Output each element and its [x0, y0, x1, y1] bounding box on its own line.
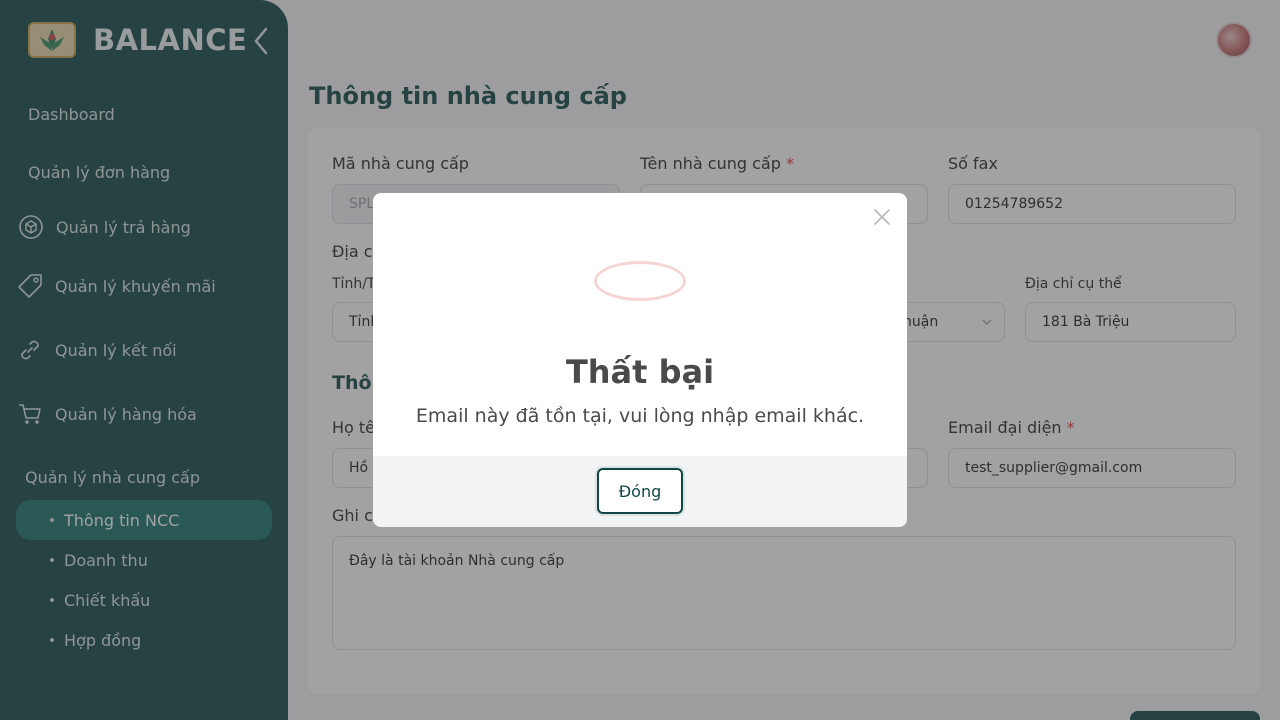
error-icon: [594, 261, 686, 301]
dialog-message: Email này đã tồn tại, vui lòng nhập emai…: [415, 405, 865, 427]
error-dialog: Thất bại Email này đã tồn tại, vui lòng …: [373, 193, 907, 527]
close-button[interactable]: Đóng: [597, 468, 683, 514]
close-icon[interactable]: [873, 208, 891, 226]
dialog-footer: Đóng: [373, 456, 907, 527]
dialog-title: Thất bại: [565, 353, 715, 391]
